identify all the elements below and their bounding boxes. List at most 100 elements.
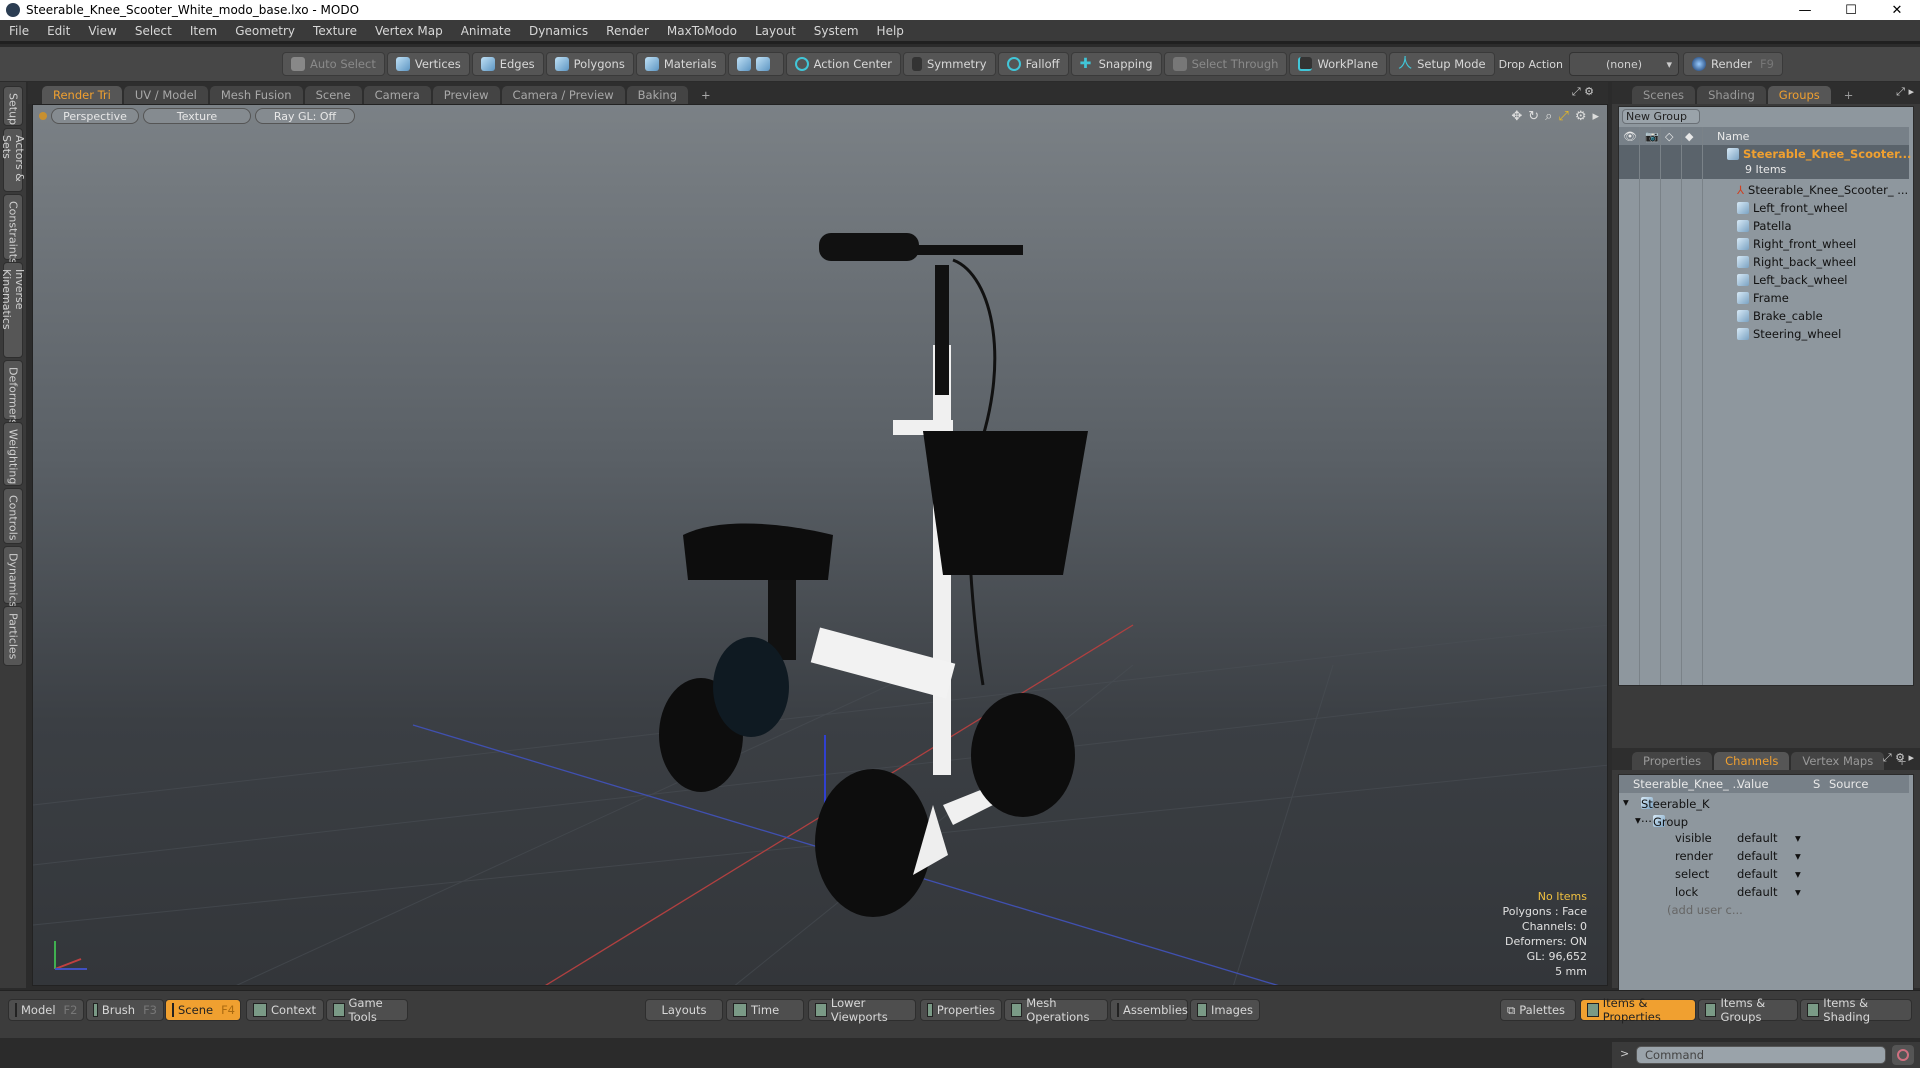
mesh-operations-button[interactable]: Mesh Operations: [1004, 996, 1108, 1024]
item-mode-button[interactable]: [727, 52, 784, 76]
tab-dynamics[interactable]: Dynamics: [3, 546, 23, 607]
falloff-button[interactable]: Falloff: [997, 52, 1069, 76]
lower-viewports-button[interactable]: Lower Viewports: [808, 996, 916, 1024]
menu-view[interactable]: View: [79, 24, 125, 38]
render-header-icon[interactable]: 📷: [1645, 130, 1659, 143]
group-item[interactable]: Right_back_wheel: [1619, 253, 1909, 271]
tab-baking[interactable]: Baking: [626, 86, 689, 104]
items-shading-button[interactable]: Items & Shading: [1800, 996, 1912, 1024]
group-row-selected[interactable]: Steerable_Knee_Scooter... 9 Items: [1619, 145, 1911, 179]
pan-icon[interactable]: ✥: [1511, 109, 1522, 124]
texture-dropdown[interactable]: Texture: [143, 108, 251, 124]
tab-weighting[interactable]: Weighting: [3, 422, 23, 486]
select-through-button[interactable]: Select Through: [1163, 52, 1288, 76]
polygons-button[interactable]: Polygons: [545, 52, 634, 76]
expand-icon[interactable]: ▾: [1623, 795, 1629, 809]
dropdown-arrow-icon[interactable]: ▾: [1795, 867, 1801, 881]
snapping-button[interactable]: ✚ Snapping: [1070, 52, 1162, 76]
tab-channels[interactable]: Channels: [1714, 752, 1790, 770]
add-tab-button[interactable]: +: [690, 86, 722, 104]
channel-value-dropdown[interactable]: default: [1737, 831, 1777, 845]
channel-row[interactable]: select default ▾: [1619, 865, 1909, 883]
group-item[interactable]: Steering_wheel: [1619, 325, 1909, 343]
lock-header-icon[interactable]: ◆: [1685, 130, 1693, 143]
3d-viewport[interactable]: Perspective Texture Ray GL: Off ✥ ↻ ⌕ ⤢ …: [32, 104, 1608, 986]
dropdown-arrow-icon[interactable]: ▾: [1795, 885, 1801, 899]
tab-controls[interactable]: Controls: [3, 488, 23, 544]
dropdown-arrow-icon[interactable]: ▾: [1795, 849, 1801, 863]
group-item[interactable]: Left_front_wheel: [1619, 199, 1909, 217]
fit-icon[interactable]: ⤢: [1558, 109, 1568, 124]
tab-render-tri[interactable]: Render Tri: [42, 86, 122, 104]
auto-select-button[interactable]: Auto Select: [282, 52, 385, 76]
channel-row[interactable]: render default ▾: [1619, 847, 1909, 865]
channel-value-dropdown[interactable]: default: [1737, 867, 1777, 881]
tab-preview[interactable]: Preview: [432, 86, 500, 104]
menu-vertex-map[interactable]: Vertex Map: [366, 24, 452, 38]
panel-expand-icon[interactable]: ⤢ ▸: [1896, 85, 1914, 99]
action-center-button[interactable]: Action Center: [785, 52, 901, 76]
menu-texture[interactable]: Texture: [304, 24, 366, 38]
menu-animate[interactable]: Animate: [452, 24, 520, 38]
scene-button[interactable]: Scene F4: [165, 999, 241, 1021]
group-item[interactable]: Brake_cable: [1619, 307, 1909, 325]
images-button[interactable]: Images: [1190, 999, 1260, 1021]
viewport-more-icon[interactable]: ▸: [1592, 109, 1599, 124]
new-group-button[interactable]: New Group: [1622, 109, 1700, 124]
render-button[interactable]: Render F9: [1683, 52, 1783, 76]
close-button[interactable]: ✕: [1874, 0, 1920, 20]
menu-render[interactable]: Render: [597, 24, 658, 38]
tab-uv-model[interactable]: UV / Model: [123, 86, 208, 104]
tab-scene[interactable]: Scene: [304, 86, 362, 104]
tab-camera[interactable]: Camera: [363, 86, 431, 104]
channels-settings-icon[interactable]: ⤢ ⚙ ▸: [1883, 751, 1914, 765]
tab-actors-sets[interactable]: Actors & Sets: [0, 128, 26, 192]
menu-maxtomodo[interactable]: MaxToModo: [658, 24, 746, 38]
layouts-button[interactable]: Layouts: [645, 999, 723, 1021]
menu-dynamics[interactable]: Dynamics: [520, 24, 597, 38]
group-item[interactable]: ⅄ Steerable_Knee_Scooter_ ...: [1619, 181, 1909, 199]
tab-properties[interactable]: Properties: [1632, 752, 1713, 770]
time-button[interactable]: Time: [726, 999, 804, 1021]
tab-camera-preview[interactable]: Camera / Preview: [501, 86, 625, 104]
channel-value-dropdown[interactable]: default: [1737, 849, 1777, 863]
edges-button[interactable]: Edges: [471, 52, 544, 76]
items-groups-button[interactable]: Items & Groups: [1698, 996, 1798, 1024]
command-input[interactable]: Command: [1636, 1046, 1886, 1064]
items-properties-button[interactable]: Items & Properties: [1580, 996, 1696, 1024]
channel-group-row[interactable]: ▾ Group: [1619, 811, 1909, 829]
minimize-button[interactable]: —: [1782, 0, 1828, 20]
drop-action-dropdown[interactable]: (none): [1569, 52, 1679, 76]
tab-particles[interactable]: Particles: [3, 606, 23, 666]
properties-button[interactable]: Properties: [920, 999, 1002, 1021]
vertices-button[interactable]: Vertices: [386, 52, 470, 76]
tab-constraints[interactable]: Constraints: [3, 194, 23, 264]
group-item[interactable]: Frame: [1619, 289, 1909, 307]
record-button[interactable]: [1892, 1045, 1914, 1065]
channel-row[interactable]: lock default ▾: [1619, 883, 1909, 901]
brush-button[interactable]: Brush F3: [86, 999, 164, 1021]
rotate-icon[interactable]: ↻: [1528, 109, 1539, 124]
menu-geometry[interactable]: Geometry: [226, 24, 304, 38]
channel-root-row[interactable]: ▾ Steerable_K ...: [1619, 793, 1909, 825]
materials-button[interactable]: Materials: [635, 52, 726, 76]
setup-mode-button[interactable]: 人 Setup Mode: [1389, 52, 1495, 76]
dropdown-arrow-icon[interactable]: ▾: [1795, 831, 1801, 845]
select-header-icon[interactable]: ◇: [1665, 130, 1673, 143]
workplane-button[interactable]: WorkPlane: [1289, 52, 1388, 76]
tab-shading[interactable]: Shading: [1697, 86, 1766, 104]
tab-setup[interactable]: Setup: [3, 86, 23, 126]
symmetry-button[interactable]: Symmetry: [902, 52, 996, 76]
tab-inverse-kinematics[interactable]: Inverse Kinematics: [0, 262, 26, 358]
channel-row[interactable]: visible default ▾: [1619, 829, 1909, 847]
tab-mesh-fusion[interactable]: Mesh Fusion: [209, 86, 303, 104]
tab-scenes[interactable]: Scenes: [1632, 86, 1696, 104]
viewport-expand-icon[interactable]: ⤢ ⚙: [1572, 85, 1594, 99]
menu-help[interactable]: Help: [868, 24, 913, 38]
visibility-header-icon[interactable]: 👁: [1623, 130, 1637, 143]
add-user-channel-row[interactable]: (add user c...: [1619, 901, 1909, 919]
maximize-button[interactable]: ☐: [1828, 0, 1874, 20]
channel-value-dropdown[interactable]: default: [1737, 885, 1777, 899]
game-tools-button[interactable]: Game Tools: [326, 996, 408, 1024]
assemblies-button[interactable]: Assemblies: [1110, 999, 1188, 1021]
